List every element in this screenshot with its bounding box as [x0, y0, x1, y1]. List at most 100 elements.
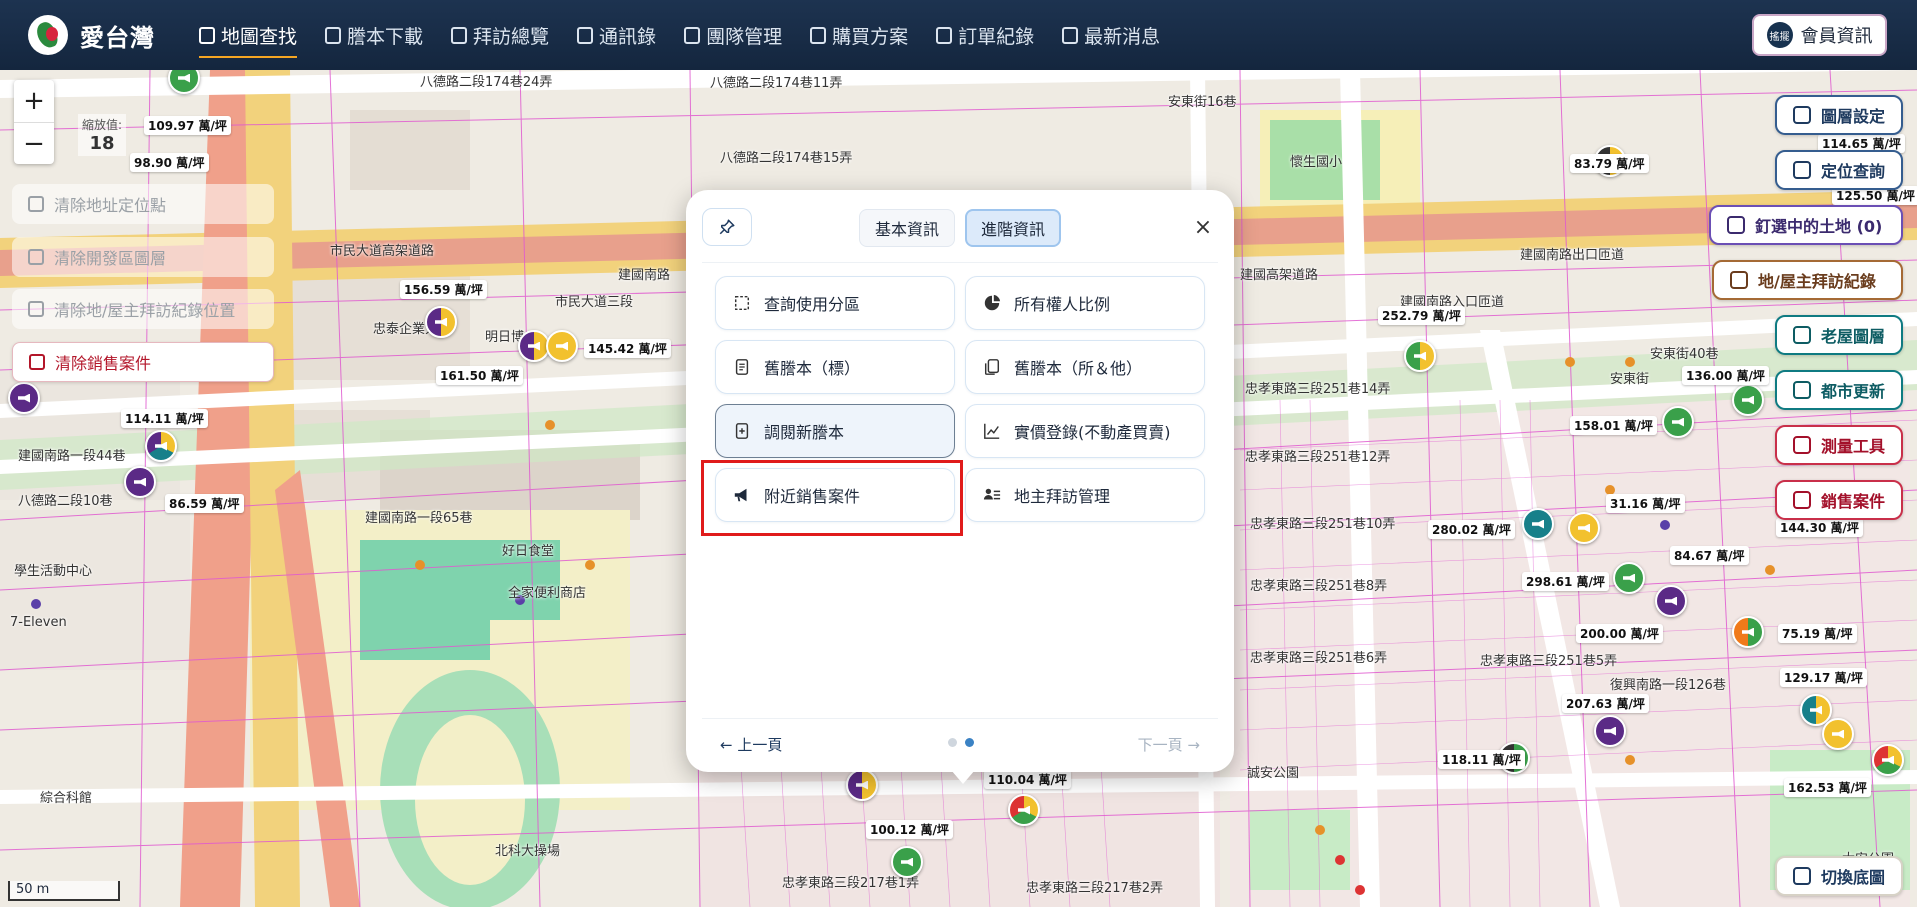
price-label: 200.00 萬/坪: [1576, 624, 1663, 643]
measure-tool-button[interactable]: 測量工具: [1775, 425, 1903, 465]
location-search-button[interactable]: 定位查詢: [1775, 150, 1903, 190]
ownership-ratio-button[interactable]: 所有權人比例: [965, 276, 1205, 330]
sale-case-pin[interactable]: [1613, 562, 1645, 594]
layer-settings-button[interactable]: 圖層設定: [1775, 95, 1903, 135]
button-label: 圖層設定: [1820, 107, 1885, 126]
sale-case-pin[interactable]: [425, 306, 457, 338]
page-dot-active[interactable]: [965, 738, 974, 747]
price-label: 207.63 萬/坪: [1562, 694, 1649, 713]
sale-case-pin[interactable]: [1655, 585, 1687, 617]
nav-purchase-plans[interactable]: 購買方案: [796, 0, 922, 70]
page-dot[interactable]: [948, 738, 957, 747]
button-label: 測量工具: [1820, 437, 1885, 456]
pin-popup-button[interactable]: [702, 208, 752, 246]
price-label: 114.11 萬/坪: [121, 409, 208, 428]
sale-case-pin[interactable]: [124, 466, 156, 498]
nav-label: 謄本下載: [347, 25, 424, 48]
sale-cases-button[interactable]: 銷售案件: [1775, 480, 1903, 520]
sale-case-pin[interactable]: [1872, 744, 1904, 776]
nav-map-search[interactable]: 地圖查找: [185, 0, 311, 70]
clear-address-pin-button[interactable]: 清除地址定位點: [12, 184, 274, 224]
tab-advanced-info[interactable]: 進階資訊: [965, 209, 1061, 247]
street-label: 市民大道高架道路: [330, 244, 435, 259]
button-label: 切換底圖: [1820, 868, 1885, 887]
urban-renewal-button[interactable]: 都市更新: [1775, 370, 1903, 410]
owner-visit-records-button[interactable]: 地/屋主拜訪紀錄: [1712, 260, 1903, 300]
trash-icon: [28, 249, 44, 265]
actual-price-registration-button[interactable]: 實價登錄(不動產買賣): [965, 404, 1205, 458]
land-info-popup: 基本資訊 進階資訊 × 查詢使用分區 所有權人比例 舊謄本（標） 舊謄本（所＆他…: [686, 190, 1234, 772]
street-label: 八德路二段174巷24弄: [420, 75, 553, 90]
layers-icon: [1793, 867, 1811, 885]
option-label: 地主拜訪管理: [1014, 487, 1111, 506]
nav-order-records[interactable]: 訂單紀錄: [922, 0, 1048, 70]
street-label: 安東街16巷: [1168, 95, 1237, 110]
sale-case-pin[interactable]: [1008, 794, 1040, 826]
clear-development-layer-button[interactable]: 清除開發區圖層: [12, 237, 274, 277]
add-document-icon: [732, 421, 752, 441]
street-label: 忠孝東路三段251巷10弄: [1250, 517, 1396, 532]
sale-case-pin[interactable]: [1522, 508, 1554, 540]
nearby-sale-cases-button[interactable]: 附近銷售案件: [715, 468, 955, 522]
sale-case-pin[interactable]: [891, 846, 923, 878]
nav-team-management[interactable]: 團隊管理: [670, 0, 796, 70]
sale-case-pin[interactable]: [1662, 406, 1694, 438]
old-document-icon: [732, 357, 752, 377]
street-label: 忠孝東路三段251巷12弄: [1245, 450, 1391, 465]
sale-case-pin[interactable]: [1594, 715, 1626, 747]
prev-page-button[interactable]: ← 上一頁: [720, 734, 782, 755]
street-label: 懷生國小: [1290, 155, 1343, 170]
sale-case-pin[interactable]: [8, 382, 40, 414]
app-name: 愛台灣: [80, 23, 155, 52]
zoom-level-display: 縮放值: 18: [78, 114, 127, 156]
sale-case-pin[interactable]: [1568, 512, 1600, 544]
sale-case-pin[interactable]: [1404, 340, 1436, 372]
sale-case-pin[interactable]: [1732, 616, 1764, 648]
street-label: 學生活動中心: [14, 564, 93, 579]
zoom-out-button[interactable]: −: [14, 122, 54, 164]
nav-transcript-download[interactable]: 謄本下載: [311, 0, 437, 70]
pinned-land-button[interactable]: 釘選中的土地 (0): [1709, 205, 1903, 245]
query-zoning-button[interactable]: 查詢使用分區: [715, 276, 955, 330]
price-label: 100.12 萬/坪: [866, 820, 953, 839]
building-icon: [29, 354, 45, 370]
price-label: 75.19 萬/坪: [1778, 624, 1857, 643]
sale-case-pin[interactable]: [145, 430, 177, 462]
street-label: 綜合科館: [40, 791, 93, 806]
sale-case-pin[interactable]: [1822, 718, 1854, 750]
sale-case-pin[interactable]: [546, 330, 578, 362]
street-label: 7-Eleven: [10, 615, 67, 630]
zoom-in-button[interactable]: +: [14, 80, 54, 122]
button-label: 都市更新: [1820, 382, 1885, 401]
switch-basemap-button[interactable]: 切換底圖: [1775, 856, 1903, 896]
old-house-layer-button[interactable]: 老屋圖層: [1775, 315, 1903, 355]
old-transcript-ownership-button[interactable]: 舊謄本（所＆他）: [965, 340, 1205, 394]
street-label: 建國南路出口匝道: [1520, 248, 1625, 263]
sale-case-pin[interactable]: [1732, 384, 1764, 416]
app-logo[interactable]: 愛台灣: [28, 0, 155, 70]
next-page-button[interactable]: 下一頁 →: [1138, 734, 1200, 755]
button-label: 清除地/屋主拜訪紀錄位置: [54, 301, 236, 320]
retrieve-new-transcript-button[interactable]: 調閱新謄本: [715, 404, 955, 458]
landowner-visit-management-button[interactable]: 地主拜訪管理: [965, 468, 1205, 522]
street-label: 忠孝東路三段251巷5弄: [1480, 654, 1618, 669]
pushpin-icon: [719, 219, 735, 235]
building-icon: [1793, 381, 1811, 399]
price-label: 98.90 萬/坪: [130, 153, 209, 172]
old-transcript-title-button[interactable]: 舊謄本（標）: [715, 340, 955, 394]
sale-case-pin[interactable]: [846, 769, 878, 801]
price-label: 144.30 萬/坪: [1776, 518, 1863, 537]
clear-visit-record-location-button[interactable]: 清除地/屋主拜訪紀錄位置: [12, 289, 274, 329]
option-label: 舊謄本（所＆他）: [1014, 359, 1143, 378]
nav-latest-news[interactable]: 最新消息: [1048, 0, 1174, 70]
trend-chart-icon: [982, 421, 1002, 441]
button-label: 定位查詢: [1820, 162, 1885, 181]
clear-sale-cases-button[interactable]: 清除銷售案件: [12, 342, 274, 382]
nav-visit-overview[interactable]: 拜訪總覽: [437, 0, 563, 70]
price-label: 156.59 萬/坪: [400, 280, 487, 299]
tab-basic-info[interactable]: 基本資訊: [859, 209, 955, 247]
member-info-button[interactable]: 搖擺 會員資訊: [1752, 14, 1887, 56]
close-icon[interactable]: ×: [1188, 212, 1218, 242]
street-label: 忠孝東路三段217巷2弄: [1026, 881, 1164, 896]
nav-contacts[interactable]: 通訊錄: [563, 0, 670, 70]
